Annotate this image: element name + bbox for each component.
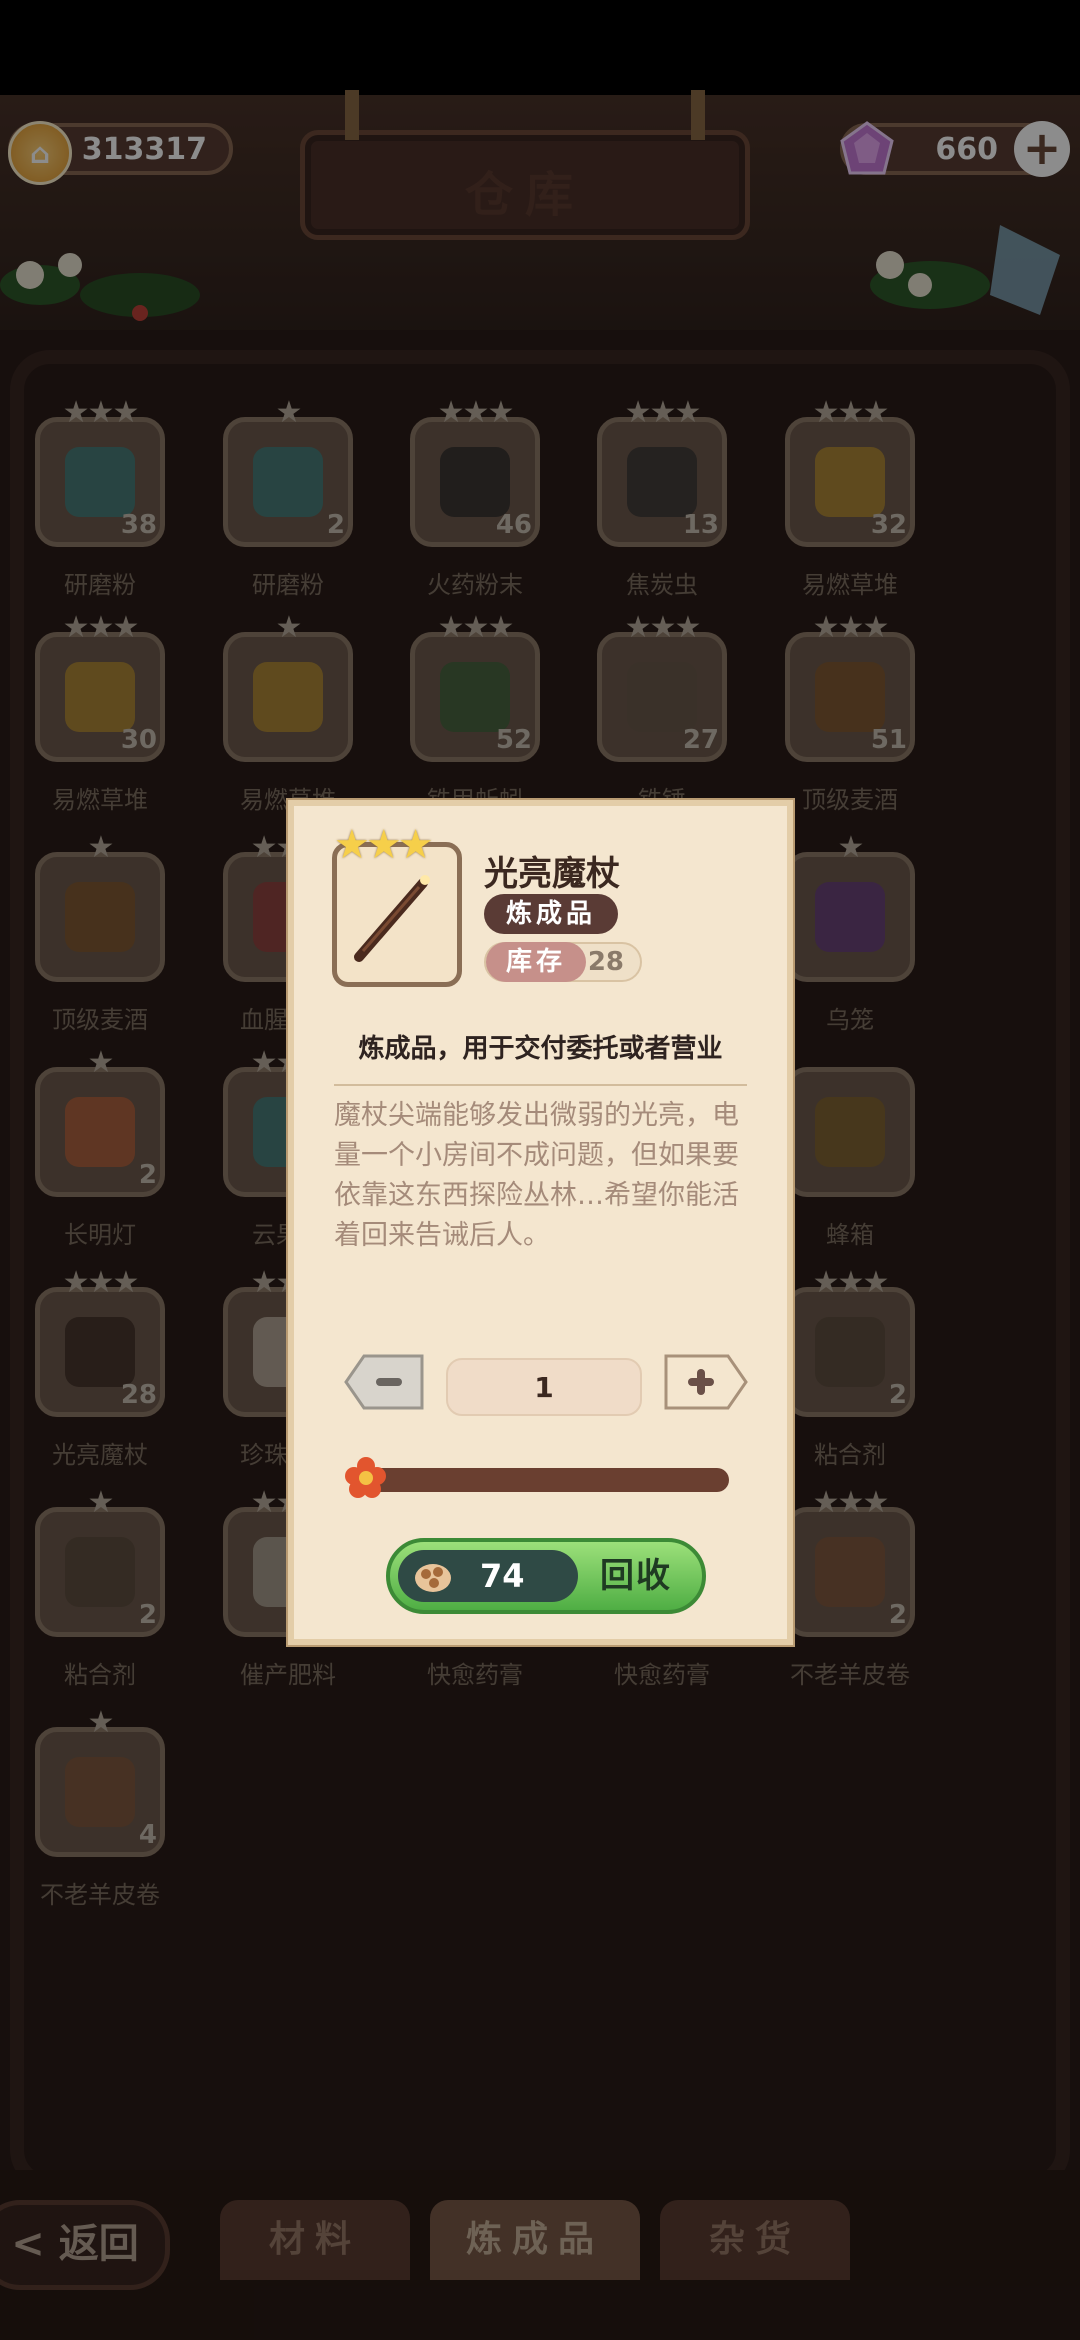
stock-indicator: 库存 28	[484, 942, 642, 982]
item-detail-dialog: ★★★ 光亮魔杖 炼成品 库存 28 炼成品，用于交付委托或者营业 魔杖尖端能够…	[288, 800, 793, 1645]
ore-coin-icon	[415, 1564, 451, 1592]
item-name: 光亮魔杖	[484, 854, 620, 894]
quantity-slider[interactable]	[354, 1468, 729, 1492]
item-type-badge: 炼成品	[484, 894, 619, 934]
stock-label: 库存	[486, 942, 586, 982]
recycle-button[interactable]: 74 回收	[386, 1538, 706, 1614]
recycle-label: 回收	[600, 1556, 672, 1596]
slider-flower-handle[interactable]	[344, 1456, 388, 1500]
item-rarity-stars: ★★★	[334, 822, 434, 868]
item-description: 魔杖尖端能够发出微弱的光亮，电量一个小房间不成问题，但如果要依靠这东西探险丛林……	[334, 1100, 739, 1251]
divider	[334, 1084, 747, 1086]
increase-quantity-button[interactable]	[664, 1354, 748, 1410]
recycle-value: 74	[480, 1557, 525, 1595]
stock-count: 28	[587, 947, 624, 977]
quantity-input[interactable]: 1	[446, 1358, 642, 1416]
decrease-quantity-button[interactable]	[344, 1354, 424, 1410]
item-usage-text: 炼成品，用于交付委托或者营业	[358, 1034, 723, 1064]
